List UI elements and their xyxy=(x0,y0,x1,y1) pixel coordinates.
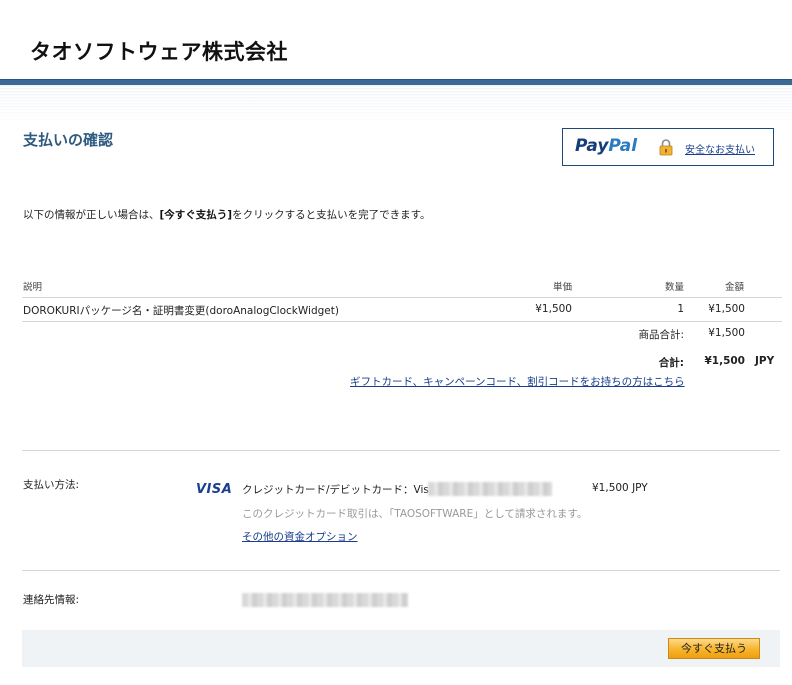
instruction-prefix: 以下の情報が正しい場合は、 xyxy=(23,209,160,221)
billing-note: このクレジットカード取引は、「TAOSOFTWARE」として請求されます。 xyxy=(242,508,588,520)
merchant-name: タオソフトウェア株式会社 xyxy=(30,40,288,64)
instruction-bold: [今すぐ支払う] xyxy=(159,209,233,221)
column-header-description: 説明 xyxy=(23,282,43,293)
card-description: クレジットカード/デビットカード：Visa xyxy=(242,484,436,496)
other-funding-options-link[interactable]: その他の資金オプション xyxy=(242,529,358,544)
item-unit-price: ¥1,500 xyxy=(535,303,572,315)
column-header-amount: 金額 xyxy=(724,282,744,293)
total-value: ¥1,500 xyxy=(704,355,745,367)
table-divider xyxy=(22,321,782,322)
paypal-secure-box: PayPal 安全なお支払い xyxy=(562,128,774,166)
item-quantity: 1 xyxy=(677,303,684,315)
payment-amount: ¥1,500 JPY xyxy=(592,482,648,494)
subtotal-value: ¥1,500 xyxy=(708,327,745,339)
lock-icon xyxy=(659,139,673,156)
column-header-quantity: 数量 xyxy=(664,282,684,293)
header-band-fade xyxy=(0,85,792,125)
footer-action-bar xyxy=(22,630,780,667)
payment-method-label: 支払い方法: xyxy=(23,479,80,491)
subtotal-label: 商品合計: xyxy=(638,329,684,341)
section-divider xyxy=(22,450,780,451)
total-label: 合計: xyxy=(658,357,684,369)
paypal-logo-pay: Pay xyxy=(575,136,609,156)
page-title: 支払いの確認 xyxy=(23,131,114,149)
masked-contact-info xyxy=(242,593,408,607)
secure-payment-link[interactable]: 安全なお支払い xyxy=(685,141,755,156)
paypal-logo-pal: Pal xyxy=(608,136,638,156)
item-amount: ¥1,500 xyxy=(708,303,745,315)
column-header-unit-price: 単価 xyxy=(552,282,572,293)
instruction-text: 以下の情報が正しい場合は、[今すぐ支払う]をクリックすると支払いを完了できます。 xyxy=(23,207,431,222)
item-description: DOROKURIパッケージ名・証明書変更(doroAnalogClockWidg… xyxy=(23,305,339,317)
pay-now-button[interactable]: 今すぐ支払う xyxy=(668,638,760,659)
instruction-suffix: をクリックすると支払いを完了できます。 xyxy=(232,209,431,221)
table-divider xyxy=(22,297,782,298)
section-divider xyxy=(22,570,780,571)
total-currency: JPY xyxy=(755,355,775,367)
visa-logo-icon: VISA xyxy=(196,482,233,497)
page-header: タオソフトウェア株式会社 xyxy=(0,0,792,80)
gift-card-link[interactable]: ギフトカード、キャンペーンコード、割引コードをお持ちの方はこちら xyxy=(350,374,685,389)
paypal-logo: PayPal xyxy=(575,136,637,156)
contact-info-label: 連絡先情報: xyxy=(23,594,80,606)
masked-card-number xyxy=(428,482,552,496)
